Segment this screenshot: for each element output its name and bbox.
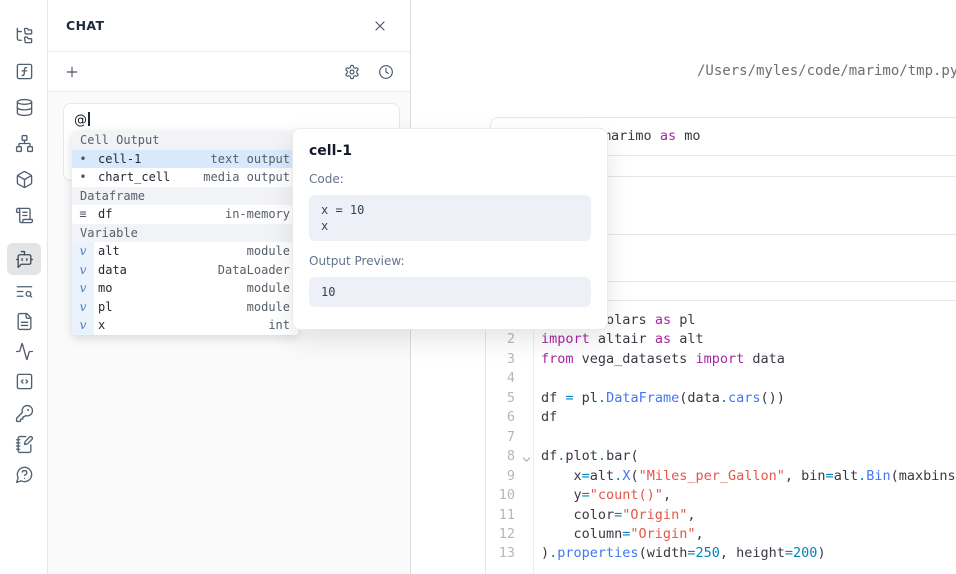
line-number: 8	[486, 448, 515, 464]
scroll-text-icon[interactable]	[7, 199, 41, 231]
autocomplete-item-chart_cell[interactable]: •chart_cell media output	[72, 168, 298, 187]
chat-bot-icon[interactable]	[7, 243, 41, 275]
close-icon[interactable]	[368, 14, 392, 38]
line-number: 10	[486, 487, 515, 503]
line-number: 7	[486, 429, 515, 445]
file-path: /Users/myles/code/marimo/tmp.py	[697, 63, 956, 79]
var-icon: v	[72, 316, 94, 335]
autocomplete-item-type: module	[247, 279, 290, 298]
autocomplete-item-label: pl	[98, 298, 112, 317]
line-number: 5	[486, 390, 515, 406]
cell-main-code[interactable]: 1import polars as pl2import altair as al…	[485, 300, 956, 574]
code-line-6[interactable]: 6df	[486, 409, 956, 428]
gear-icon[interactable]	[340, 60, 364, 84]
line-number: 12	[486, 526, 515, 542]
code-line-7[interactable]: 7	[486, 429, 956, 448]
line-number: 6	[486, 409, 515, 425]
history-clock-icon[interactable]	[374, 60, 398, 84]
network-icon[interactable]	[7, 127, 41, 159]
mention-autocomplete-dropdown: Cell Output•cell-1text output•chart_cell…	[72, 131, 298, 335]
popover-code-label: Code:	[309, 172, 591, 186]
list-search-icon[interactable]	[7, 275, 41, 307]
database-icon[interactable]	[7, 91, 41, 123]
popover-title: cell-1	[309, 143, 591, 159]
line-number: 2	[486, 331, 515, 347]
new-chat-plus-icon[interactable]	[60, 60, 84, 84]
autocomplete-item-type: module	[247, 242, 290, 261]
app-window: CHAT @ /Users/myles/code/marimo/tmp.py i…	[0, 0, 956, 574]
cell-preview-popover: cell-1 Code: x = 10 x Output Preview: 10	[292, 128, 608, 330]
autocomplete-item-df[interactable]: ≡df in-memory	[72, 205, 298, 224]
autocomplete-item-label: alt	[98, 242, 120, 261]
autocomplete-item-type: module	[247, 298, 290, 317]
line-number: 3	[486, 351, 515, 367]
autocomplete-item-data[interactable]: vdata DataLoader	[72, 261, 298, 280]
line-number: 13	[486, 545, 515, 561]
code-line-2[interactable]: 2import altair as alt	[486, 331, 956, 350]
var-icon: v	[72, 298, 94, 317]
var-icon: v	[72, 242, 94, 261]
autocomplete-item-label: chart_cell	[98, 168, 170, 187]
menu-icon: ≡	[72, 205, 94, 224]
code-square-icon[interactable]	[7, 365, 41, 397]
autocomplete-item-cell-1[interactable]: •cell-1 text output	[72, 150, 298, 169]
code-line-12[interactable]: 12 column="Origin",	[486, 526, 956, 545]
code-line-4[interactable]: 4	[486, 370, 956, 389]
help-circle-icon[interactable]	[7, 458, 41, 490]
line-number: 11	[486, 507, 515, 523]
autocomplete-item-type: media output	[203, 168, 290, 187]
autocomplete-item-label: x	[98, 316, 105, 335]
document-icon[interactable]	[7, 305, 41, 337]
autocomplete-section-header: Variable	[72, 224, 298, 243]
autocomplete-item-label: mo	[98, 279, 112, 298]
function-square-icon[interactable]	[7, 55, 41, 87]
chevron-down-icon[interactable]	[520, 451, 533, 464]
file-tree-icon[interactable]	[7, 19, 41, 51]
line-number: 4	[486, 370, 515, 386]
code-line-3[interactable]: 3from vega_datasets import data	[486, 351, 956, 370]
autocomplete-section-header: Dataframe	[72, 187, 298, 206]
autocomplete-item-alt[interactable]: valt module	[72, 242, 298, 261]
var-icon: v	[72, 261, 94, 280]
bullet-icon: •	[72, 150, 94, 169]
autocomplete-item-label: cell-1	[98, 150, 141, 169]
autocomplete-section-header: Cell Output	[72, 131, 298, 150]
chat-toolbar	[48, 52, 410, 92]
code-line-8[interactable]: 8df.plot.bar(	[486, 448, 956, 467]
code-line-13[interactable]: 13).properties(width=250, height=200)	[486, 545, 956, 564]
autocomplete-item-label: df	[98, 205, 112, 224]
popover-output-block: 10	[309, 277, 591, 307]
text-caret	[88, 112, 90, 126]
key-icon[interactable]	[7, 397, 41, 429]
autocomplete-item-pl[interactable]: vpl module	[72, 298, 298, 317]
code-line-9[interactable]: 9 x=alt.X("Miles_per_Gallon", bin=alt.Bi…	[486, 468, 956, 487]
bullet-icon: •	[72, 168, 94, 187]
autocomplete-item-mo[interactable]: vmo module	[72, 279, 298, 298]
autocomplete-item-type: in-memory	[225, 205, 290, 224]
chat-panel-header: CHAT	[48, 0, 410, 52]
icon-sidebar	[0, 0, 48, 574]
popover-output-label: Output Preview:	[309, 254, 591, 268]
line-number: 9	[486, 468, 515, 484]
var-icon: v	[72, 279, 94, 298]
code-line-11[interactable]: 11 color="Origin",	[486, 507, 956, 526]
popover-code-block: x = 10 x	[309, 195, 591, 241]
package-icon[interactable]	[7, 163, 41, 195]
autocomplete-item-label: data	[98, 261, 127, 280]
chat-input-value: @	[74, 113, 87, 128]
code-line-10[interactable]: 10 y="count()",	[486, 487, 956, 506]
autocomplete-item-x[interactable]: vx int	[72, 316, 298, 335]
autocomplete-item-type: int	[268, 316, 290, 335]
code-line-5[interactable]: 5df = pl.DataFrame(data.cars())	[486, 390, 956, 409]
notebook-pen-icon[interactable]	[7, 428, 41, 460]
autocomplete-item-type: DataLoader	[218, 261, 290, 280]
chat-panel-title: CHAT	[66, 18, 104, 33]
activity-icon[interactable]	[7, 335, 41, 367]
autocomplete-item-type: text output	[211, 150, 290, 169]
